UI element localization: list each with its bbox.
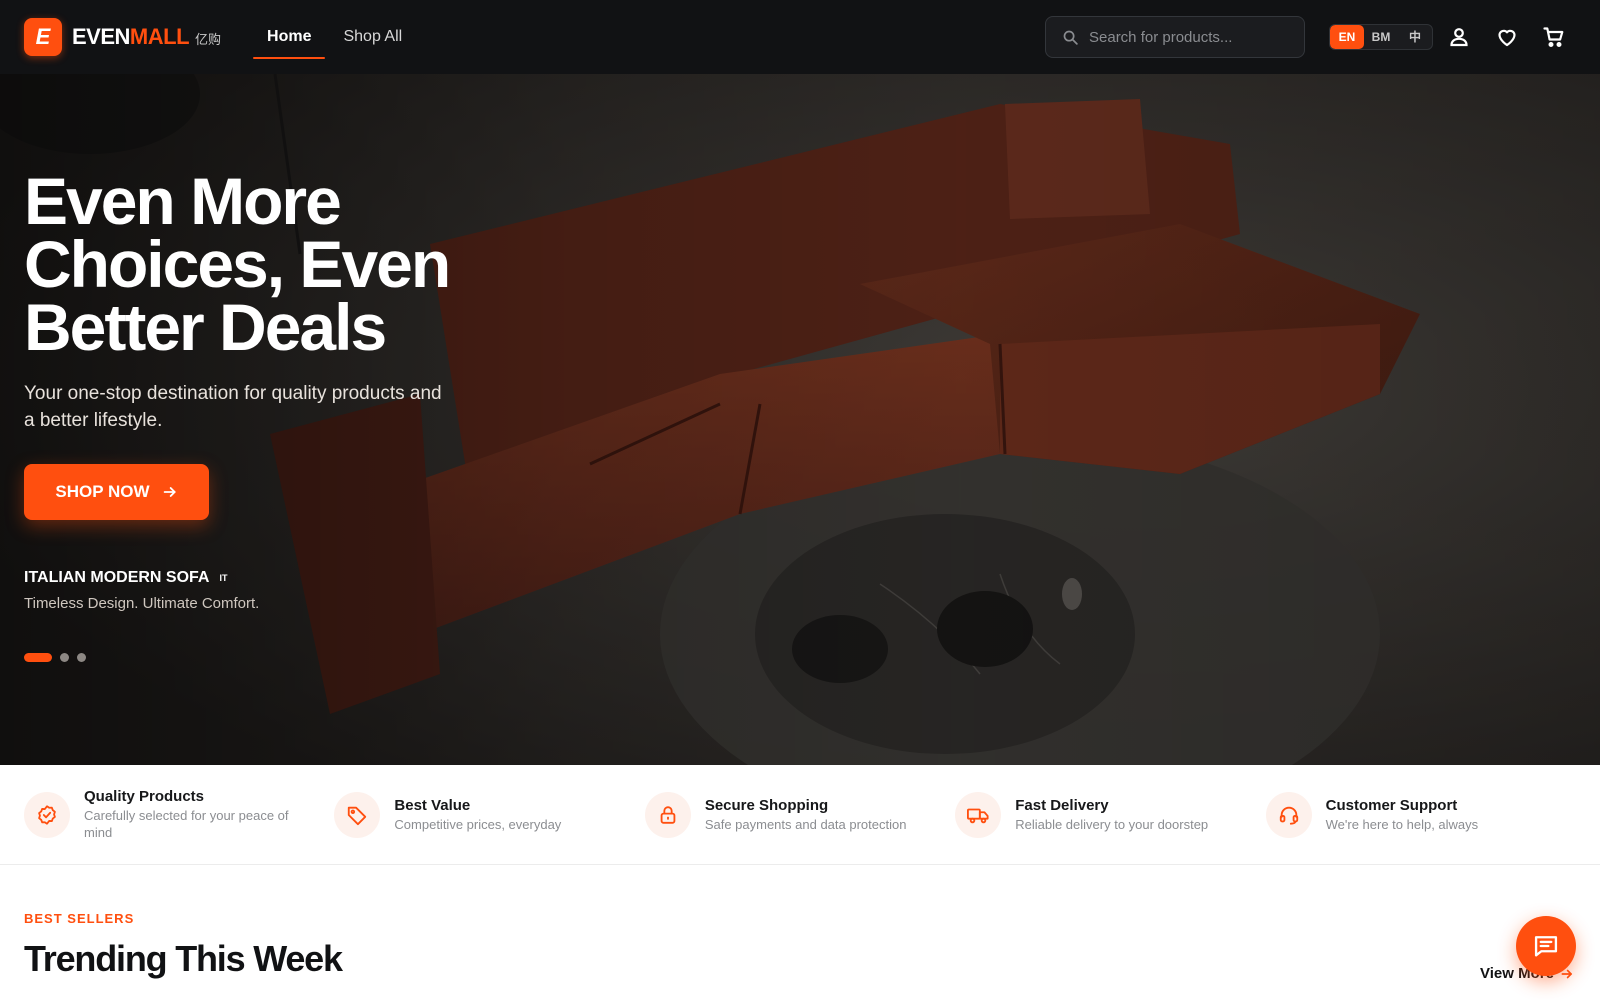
hero-title: Even More Choices, Even Better Deals	[24, 164, 451, 364]
arrow-right-icon	[163, 487, 176, 497]
feature-title: Fast Delivery	[1015, 796, 1109, 814]
feature-desc: We're here to help, always	[1325, 816, 1479, 832]
product-origin-flag: IT	[219, 573, 228, 583]
shop-now-button[interactable]: SHOP NOW	[24, 464, 209, 520]
main-nav: Home Shop All	[253, 0, 416, 74]
feature-title: Customer Support	[1325, 796, 1458, 814]
feature-title: Quality Products	[84, 788, 205, 805]
search-icon	[1063, 30, 1078, 45]
tag-icon	[334, 791, 381, 838]
product-name-text: ITALIAN MODERN SOFA	[24, 569, 210, 586]
feature-value: Best Value Competitive prices, everyday	[334, 765, 644, 864]
nav-shop-all[interactable]: Shop All	[329, 17, 416, 57]
feature-title: Best Value	[394, 796, 471, 814]
site-header: E EVEN MALL 亿购 Home Shop All EN BM 中	[0, 0, 1600, 74]
headset-icon	[1265, 791, 1312, 838]
lang-en-button[interactable]: EN	[1330, 25, 1364, 49]
badge-check-icon	[24, 791, 70, 838]
section-title: Trending This Week	[24, 938, 343, 979]
hero-subtitle: Your one-stop destination for quality pr…	[24, 383, 442, 431]
feature-secure: Secure Shopping Safe payments and data p…	[644, 765, 955, 864]
shop-now-label: SHOP NOW	[55, 482, 150, 501]
truck-icon	[955, 791, 1002, 838]
logo-wordmark: EVEN MALL 亿购	[72, 24, 221, 50]
lock-icon	[644, 791, 691, 838]
carousel-dot-1[interactable]	[24, 653, 52, 662]
logo-text-even: EVEN	[72, 24, 130, 49]
feature-strip: Quality Products Carefully selected for …	[0, 765, 1600, 865]
feature-desc: Reliable delivery to your doorstep	[1015, 816, 1209, 832]
hero-banner: Even More Choices, Even Better Deals You…	[0, 74, 1600, 765]
nav-home[interactable]: Home	[253, 17, 326, 59]
feature-support: Customer Support We're here to help, alw…	[1265, 765, 1576, 864]
chat-icon	[1534, 936, 1558, 957]
carousel-dots	[24, 653, 86, 662]
user-icon[interactable]	[1447, 25, 1471, 49]
logo-text-mall: MALL	[129, 24, 190, 49]
feature-quality: Quality Products Carefully selected for …	[24, 765, 334, 864]
feature-desc: Competitive prices, everyday	[394, 816, 562, 832]
lang-bm-button[interactable]: BM	[1364, 25, 1398, 49]
feature-desc: Safe payments and data protection	[704, 816, 907, 832]
language-switcher: EN BM 中	[1329, 24, 1433, 50]
section-eyebrow: BEST SELLERS	[24, 911, 135, 926]
brand-logo[interactable]: E EVEN MALL 亿购	[24, 18, 221, 56]
heart-icon[interactable]	[1495, 25, 1519, 49]
feature-desc: Carefully selected for your peace of min…	[84, 808, 289, 840]
chat-button[interactable]	[1516, 916, 1576, 976]
feature-title: Secure Shopping	[704, 796, 829, 814]
carousel-dot-2[interactable]	[60, 653, 69, 662]
lang-zh-button[interactable]: 中	[1398, 25, 1432, 49]
featured-product-tagline: Timeless Design. Ultimate Comfort.	[24, 595, 260, 612]
feature-delivery: Fast Delivery Reliable delivery to your …	[955, 765, 1265, 864]
logo-badge: E	[24, 18, 62, 56]
featured-product-name: ITALIAN MODERN SOFA IT	[24, 569, 227, 587]
cart-icon[interactable]	[1542, 25, 1566, 49]
logo-text-cn: 亿购	[195, 33, 222, 48]
carousel-dot-3[interactable]	[77, 653, 86, 662]
search-input[interactable]	[1089, 28, 1289, 46]
search-box[interactable]	[1045, 16, 1305, 58]
